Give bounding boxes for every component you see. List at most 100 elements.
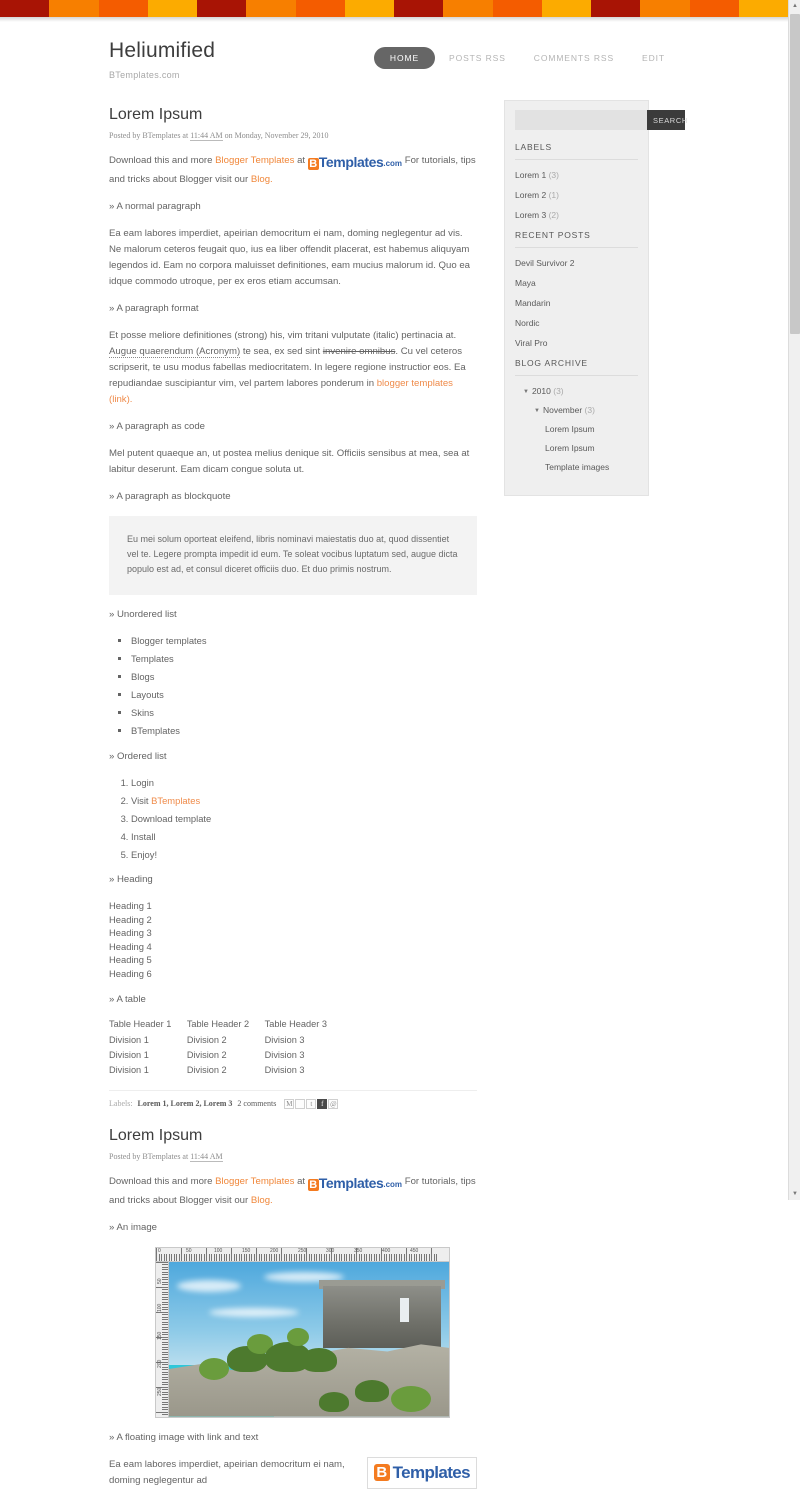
ruler-tick	[258, 1253, 260, 1261]
ruler-tick	[263, 1253, 265, 1261]
ruler-tick	[371, 1253, 372, 1261]
list-item-text: Visit	[131, 794, 152, 806]
ruler-tick	[162, 1369, 168, 1371]
ruler-tick	[431, 1247, 432, 1261]
table-cell: Division 2	[186, 1049, 227, 1060]
ruler-tick	[426, 1253, 427, 1261]
search-input[interactable]	[515, 110, 647, 130]
post-meta-prefix: Posted by BTemplates at	[109, 131, 191, 140]
heading-samples: Heading 1 Heading 2 Heading 3 Heading 4 …	[109, 899, 477, 981]
fmt-part-2: te sea, ex sed sint	[240, 346, 323, 357]
ruler-tick	[162, 1329, 168, 1331]
btemplates-logo-text: Templates	[318, 1174, 384, 1191]
blog-link[interactable]: Blog.	[251, 174, 273, 185]
nav-item-home[interactable]: HOME	[373, 47, 436, 69]
blog-link[interactable]: Blog.	[251, 1195, 273, 1206]
ruler-left: 50 100 150 200 250	[156, 1261, 169, 1417]
ruler-label: 0	[158, 1247, 161, 1254]
table-row: Division 1 Division 2 Division 3	[109, 1050, 342, 1065]
recent-post-item[interactable]: Mandarin	[515, 298, 638, 309]
blogger-templates-link[interactable]: Blogger Templates	[215, 1176, 294, 1187]
label-name: Lorem 3	[515, 210, 547, 220]
site-description: BTemplates.com	[109, 70, 180, 80]
ruler-tick	[176, 1253, 177, 1261]
archive-post-item[interactable]: Template images	[515, 462, 638, 472]
recent-post-item[interactable]: Devil Survivor 2	[515, 258, 638, 269]
ruler-tick	[361, 1253, 362, 1261]
mayan-ruins-photo[interactable]	[169, 1261, 449, 1417]
stripe-swatch	[591, 0, 641, 17]
ruler-label: 200	[157, 1359, 163, 1368]
post-labels[interactable]: Lorem 1, Lorem 2, Lorem 3	[138, 1099, 233, 1108]
stripe-swatch	[98, 0, 148, 17]
archive-post-item[interactable]: Lorem Ipsum	[515, 443, 638, 453]
chevron-down-icon[interactable]: ▼	[523, 389, 529, 395]
recent-post-item[interactable]: Nordic	[515, 318, 638, 329]
search-button[interactable]: SEARCH	[647, 110, 687, 130]
main-navigation: HOME POSTS RSS COMMENTS RSS EDIT	[373, 47, 679, 69]
post-footer: Labels: Lorem 1, Lorem 2, Lorem 3 2 comm…	[109, 1089, 477, 1109]
cloud	[209, 1307, 299, 1317]
ruler-tick	[246, 1253, 247, 1261]
btemplates-banner[interactable]: B Templates	[367, 1456, 477, 1489]
archive-year[interactable]: ▼ 2010 (3)	[515, 386, 638, 396]
image-with-rulers: 0 50 100 150 200 250 300 350 400 450 50 100 150 200 2…	[155, 1246, 450, 1418]
ruler-tick	[401, 1253, 402, 1261]
archive-post-item[interactable]: Lorem Ipsum	[515, 424, 638, 434]
nav-item-comments-rss[interactable]: COMMENTS RSS	[520, 47, 628, 69]
ruler-tick	[318, 1253, 320, 1261]
ruler-tick	[162, 1324, 168, 1326]
post-intro-paragraph: Download this and more Blogger Templates…	[109, 1174, 477, 1209]
list-item: Download template	[131, 812, 477, 826]
label-item-lorem-2[interactable]: Lorem 2 (1)	[515, 190, 638, 201]
btemplates-link[interactable]: BTemplates	[151, 795, 200, 806]
nav-item-posts-rss[interactable]: POSTS RSS	[435, 47, 520, 69]
ruler-tick	[178, 1253, 180, 1261]
ruler-tick	[162, 1376, 168, 1378]
ruler-tick	[196, 1253, 197, 1261]
ruler-tick	[171, 1253, 172, 1261]
ruler-tick	[238, 1253, 240, 1261]
label-item-lorem-1[interactable]: Lorem 1 (3)	[515, 170, 638, 181]
stripe-swatch	[197, 0, 247, 17]
comments-count[interactable]: 2 comments	[237, 1099, 276, 1108]
post-title[interactable]: Lorem Ipsum	[109, 106, 477, 124]
email-icon[interactable]: M	[284, 1098, 295, 1109]
scrollbar-thumb[interactable]	[790, 14, 800, 334]
ruler-tick	[303, 1253, 305, 1261]
blogthis-icon[interactable]	[295, 1098, 306, 1109]
chevron-down-icon[interactable]: ▼	[534, 408, 540, 414]
recent-post-item[interactable]: Viral Pro	[515, 338, 638, 349]
archive-year-label: 2010	[531, 386, 551, 396]
post-title[interactable]: Lorem Ipsum	[109, 1127, 477, 1145]
ruler-tick	[266, 1253, 267, 1261]
ruler-tick	[208, 1253, 210, 1261]
heading-1: Heading 1	[109, 900, 152, 911]
facebook-icon[interactable]: f	[317, 1098, 328, 1109]
pinterest-icon[interactable]: @	[328, 1098, 339, 1109]
label-item-lorem-3[interactable]: Lorem 3 (2)	[515, 210, 638, 221]
scroll-down-arrow[interactable]: ▼	[789, 1188, 800, 1200]
post-meta: Posted by BTemplates at 11:44 AM on Mond…	[109, 131, 477, 141]
vegetation	[301, 1347, 337, 1372]
archive-month[interactable]: ▼ November (3)	[515, 405, 638, 415]
post-timestamp[interactable]: 11:44 AM	[190, 1151, 223, 1162]
btemplates-inline-logo[interactable]: B Templates.com	[307, 154, 402, 172]
heading-2: Heading 2	[109, 913, 152, 925]
scroll-up-arrow[interactable]: ▲	[789, 0, 800, 12]
labels-caption: Labels:	[109, 1099, 133, 1109]
twitter-icon[interactable]: t	[306, 1098, 317, 1109]
fmt-part-1: Et posse meliore definitiones (strong) h…	[109, 330, 457, 341]
post-timestamp[interactable]: 11:44 AM	[190, 131, 223, 141]
stripe-swatch	[246, 0, 296, 17]
ruler-tick	[283, 1253, 285, 1261]
blogger-templates-link[interactable]: Blogger Templates	[215, 155, 294, 166]
nav-item-edit[interactable]: EDIT	[628, 47, 679, 69]
vertical-scrollbar[interactable]: ▲ ▼	[788, 0, 800, 1200]
ruler-tick	[193, 1253, 195, 1261]
recent-post-item[interactable]: Maya	[515, 278, 638, 289]
archive-month-label: November	[542, 405, 583, 415]
btemplates-inline-logo[interactable]: B Templates.com	[307, 1174, 402, 1193]
share-buttons: M t f @	[284, 1098, 339, 1109]
ruler-tick	[226, 1253, 227, 1261]
